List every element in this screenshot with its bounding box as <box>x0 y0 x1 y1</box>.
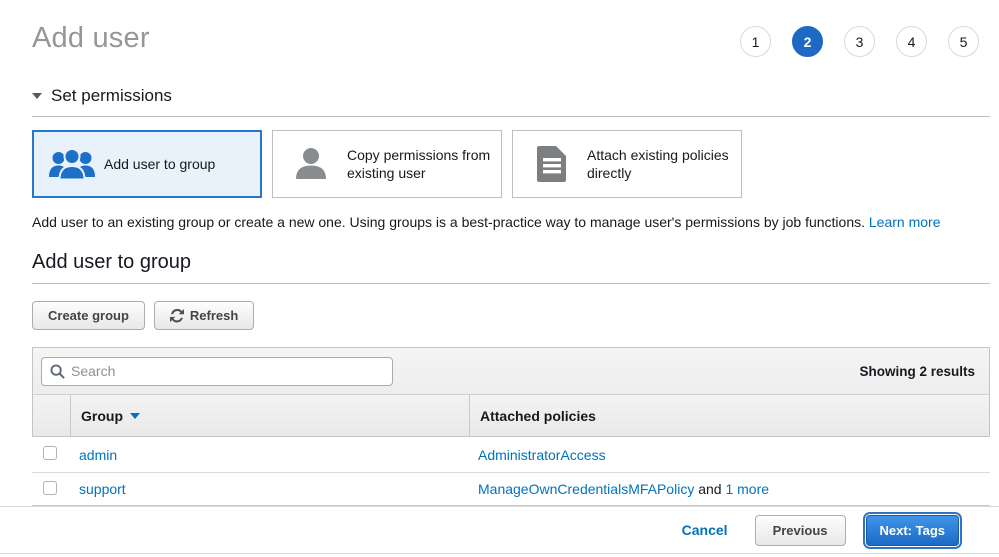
group-cell: admin <box>69 447 468 463</box>
divider <box>32 283 990 284</box>
policy-joiner: and <box>694 481 725 497</box>
wizard-footer: Cancel Previous Next: Tags <box>0 506 999 554</box>
permission-option-cards: Add user to group Copy permissions from … <box>32 130 990 198</box>
card-copy-permissions[interactable]: Copy permissions from existing user <box>272 130 502 198</box>
previous-button[interactable]: Previous <box>755 515 846 546</box>
step-indicator: 1 2 3 4 5 <box>740 26 979 57</box>
create-group-button[interactable]: Create group <box>32 301 145 330</box>
group-section-title: Add user to group <box>32 251 990 274</box>
permissions-description: Add user to an existing group or create … <box>32 214 990 230</box>
step-circle-3: 3 <box>844 26 875 57</box>
results-count: Showing 2 results <box>859 364 975 379</box>
table-toolbar: Showing 2 results <box>32 347 990 394</box>
group-column-header[interactable]: Group <box>70 395 469 436</box>
refresh-label: Refresh <box>190 308 238 323</box>
attached-policies-column-label: Attached policies <box>480 408 596 424</box>
description-text: Add user to an existing group or create … <box>32 214 865 230</box>
document-icon <box>532 145 570 183</box>
card-label: Add user to group <box>104 155 221 173</box>
learn-more-link[interactable]: Learn more <box>869 214 941 230</box>
checkbox-cell <box>32 446 69 463</box>
row-checkbox[interactable] <box>43 481 57 495</box>
collapse-triangle-icon <box>32 93 42 99</box>
policy-link[interactable]: ManageOwnCredentialsMFAPolicy <box>478 481 694 497</box>
checkbox-header-cell <box>33 395 70 436</box>
attached-policies-column-header[interactable]: Attached policies <box>469 395 989 436</box>
table-row-support: support ManageOwnCredentialsMFAPolicy an… <box>32 473 990 506</box>
policies-cell: ManageOwnCredentialsMFAPolicy and 1 more <box>468 481 990 497</box>
set-permissions-section-header[interactable]: Set permissions <box>32 86 990 106</box>
set-permissions-title: Set permissions <box>51 86 172 106</box>
group-link[interactable]: support <box>79 481 126 497</box>
group-table: Showing 2 results Group Attached policie… <box>32 347 990 506</box>
page-header: Add user 1 2 3 4 5 <box>32 0 990 55</box>
row-checkbox[interactable] <box>43 446 57 460</box>
step-circle-2: 2 <box>792 26 823 57</box>
more-policies-link[interactable]: 1 more <box>725 481 769 497</box>
sort-desc-icon <box>130 413 140 419</box>
group-icon <box>47 147 97 181</box>
search-box[interactable] <box>41 357 393 386</box>
cancel-link[interactable]: Cancel <box>682 522 728 538</box>
user-icon <box>292 146 330 182</box>
card-label: Attach existing policies directly <box>587 146 741 182</box>
card-add-user-to-group[interactable]: Add user to group <box>32 130 262 198</box>
card-attach-policies[interactable]: Attach existing policies directly <box>512 130 742 198</box>
search-icon <box>50 364 65 379</box>
group-link[interactable]: admin <box>79 447 117 463</box>
step-circle-5: 5 <box>948 26 979 57</box>
policies-cell: AdministratorAccess <box>468 447 990 463</box>
card-label: Copy permissions from existing user <box>347 146 501 182</box>
refresh-button[interactable]: Refresh <box>154 301 254 330</box>
step-circle-1: 1 <box>740 26 771 57</box>
table-row-admin: admin AdministratorAccess <box>32 437 990 473</box>
next-tags-button[interactable]: Next: Tags <box>866 515 960 546</box>
step-circle-4: 4 <box>896 26 927 57</box>
divider <box>32 116 990 117</box>
refresh-icon <box>170 309 184 323</box>
table-header-row: Group Attached policies <box>32 394 990 437</box>
checkbox-cell <box>32 481 69 498</box>
policy-link[interactable]: AdministratorAccess <box>478 447 606 463</box>
group-actions: Create group Refresh <box>32 301 990 330</box>
group-column-label: Group <box>81 408 123 424</box>
search-input[interactable] <box>71 363 384 379</box>
group-cell: support <box>69 481 468 497</box>
